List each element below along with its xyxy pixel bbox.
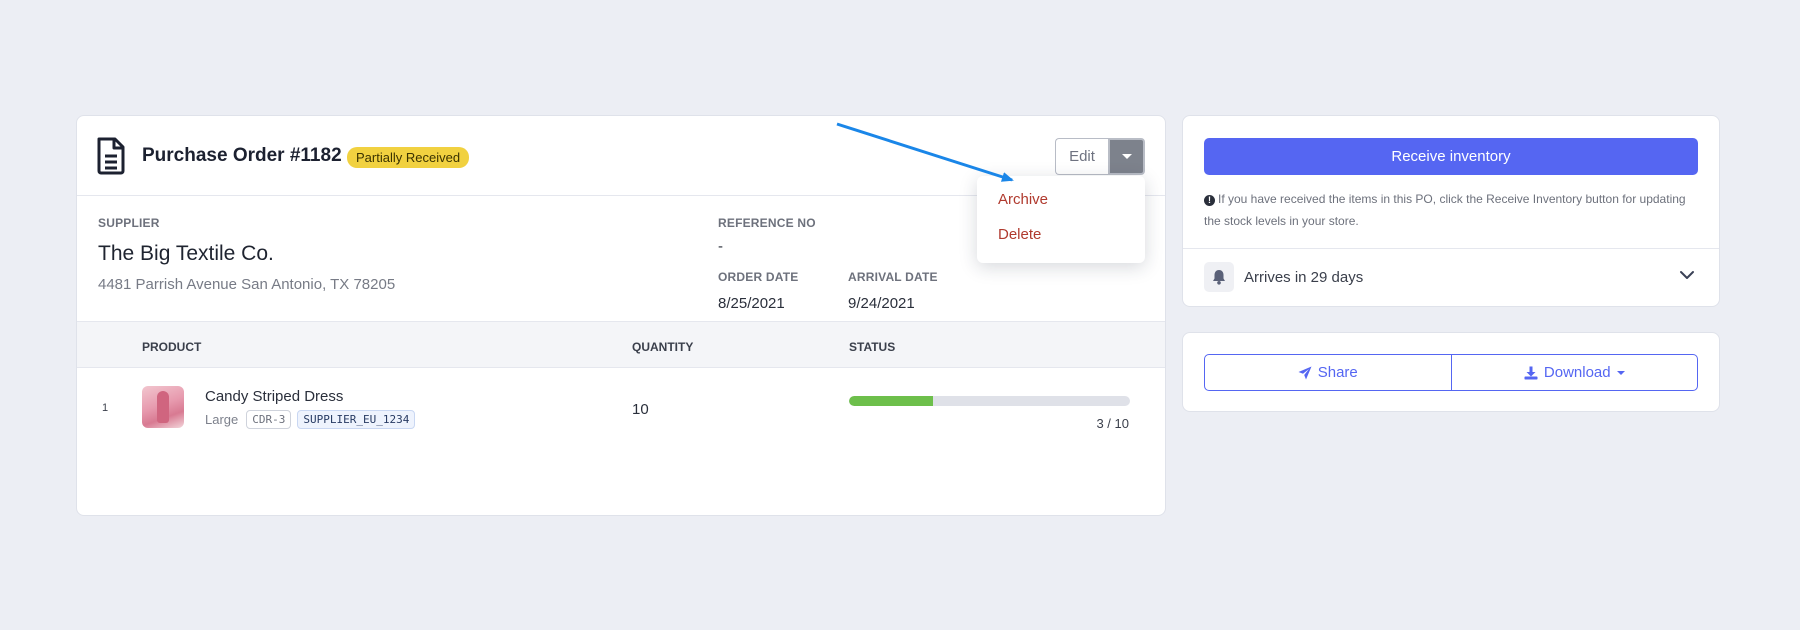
share-download-card: Share Download — [1182, 332, 1720, 412]
quantity-column-header: QUANTITY — [632, 340, 694, 354]
edit-button[interactable]: Edit — [1055, 138, 1108, 175]
caret-down-icon — [1616, 370, 1625, 375]
status-badge: Partially Received — [347, 147, 470, 168]
supplier-address: 4481 Parrish Avenue San Antonio, TX 7820… — [98, 276, 396, 293]
delete-menu-item[interactable]: Delete — [977, 223, 1145, 258]
edit-button-group: Edit — [1055, 138, 1145, 175]
supplier-name: The Big Textile Co. — [98, 242, 274, 265]
received-progress-fill — [849, 396, 934, 406]
chevron-down-icon[interactable] — [1679, 267, 1695, 283]
download-icon — [1524, 366, 1538, 379]
received-progress-bar — [849, 396, 1130, 406]
supplier-label: SUPPLIER — [98, 216, 160, 230]
table-row: 1 Candy Striped Dress Large CDR-3 SUPPLI… — [77, 368, 1165, 448]
page-title: Purchase Order #1182 — [142, 145, 342, 166]
product-name[interactable]: Candy Striped Dress — [205, 388, 343, 405]
product-thumbnail — [142, 386, 184, 428]
product-variant: Large — [205, 412, 239, 427]
receive-inventory-button[interactable]: Receive inventory — [1204, 138, 1698, 175]
arrival-notice[interactable]: Arrives in 29 days — [1183, 248, 1719, 308]
download-button[interactable]: Download — [1450, 355, 1698, 390]
document-icon — [97, 137, 125, 175]
reference-label: REFERENCE NO — [718, 216, 816, 230]
help-text: If you have received the items in this P… — [1204, 192, 1686, 228]
archive-menu-item[interactable]: Archive — [977, 188, 1145, 223]
table-header: PRODUCT QUANTITY STATUS — [77, 322, 1165, 368]
bell-icon — [1204, 262, 1234, 292]
arrives-text: Arrives in 29 days — [1244, 269, 1364, 286]
reference-value: - — [718, 238, 723, 255]
arrival-date-value: 9/24/2021 — [848, 295, 915, 312]
order-date-label: ORDER DATE — [718, 270, 799, 284]
product-column-header: PRODUCT — [142, 340, 202, 354]
order-date-value: 8/25/2021 — [718, 295, 785, 312]
row-index: 1 — [102, 402, 109, 414]
share-button[interactable]: Share — [1205, 355, 1451, 390]
received-count: 3 / 10 — [1096, 416, 1129, 431]
info-icon: ! — [1204, 195, 1215, 206]
receive-help-text: ! If you have received the items in this … — [1204, 188, 1698, 232]
actions-dropdown-menu: Archive Delete — [977, 176, 1145, 263]
caret-down-icon — [1121, 154, 1132, 159]
product-meta: Large CDR-3 SUPPLIER_EU_1234 — [205, 410, 416, 429]
receive-inventory-card: Receive inventory ! If you have received … — [1182, 115, 1720, 307]
quantity-value: 10 — [632, 401, 649, 418]
share-label: Share — [1317, 364, 1358, 381]
paper-plane-icon — [1298, 366, 1312, 379]
arrival-date-label: ARRIVAL DATE — [848, 270, 938, 284]
download-label: Download — [1543, 364, 1611, 381]
more-actions-toggle[interactable] — [1108, 138, 1145, 175]
sku-tag: CDR-3 — [246, 410, 292, 429]
purchase-order-card: Purchase Order #1182 Partially Received … — [76, 115, 1166, 516]
status-column-header: STATUS — [849, 340, 896, 354]
share-download-group: Share Download — [1204, 354, 1698, 391]
supplier-sku-tag: SUPPLIER_EU_1234 — [297, 410, 416, 429]
